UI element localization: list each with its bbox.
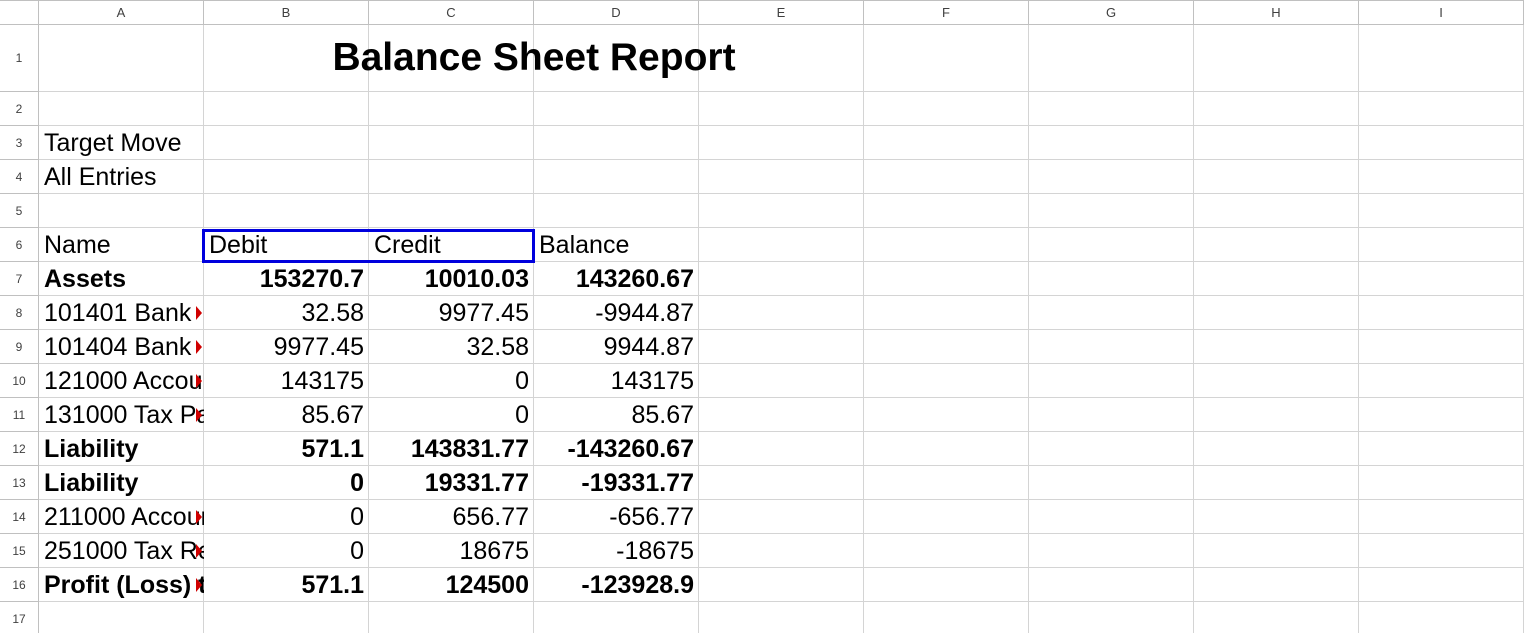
row-header-3[interactable]: 3 — [0, 126, 39, 160]
gridline-horizontal — [39, 125, 1524, 126]
spreadsheet-grid[interactable]: ABCDEFGHI 1 2 3 4 5 6 7 8 9 10 11 12 13 14 15 16 17 Bala… — [0, 0, 1524, 633]
table-cell-credit[interactable]: 124500 — [369, 568, 534, 602]
row-header-5[interactable]: 5 — [0, 194, 39, 228]
table-cell-name[interactable]: 121000 Account Receivable — [39, 364, 204, 398]
row-header-4[interactable]: 4 — [0, 160, 39, 194]
header-credit-cell[interactable]: Credit — [369, 228, 534, 262]
text-overflow-arrow-icon — [196, 340, 202, 354]
table-cell-debit[interactable]: 143175 — [204, 364, 369, 398]
table-cell-name[interactable]: 101401 Bank — [39, 296, 204, 330]
column-header-a[interactable]: A — [39, 0, 204, 25]
column-header-g[interactable]: G — [1029, 0, 1194, 25]
table-cell-balance[interactable]: 9944.87 — [534, 330, 699, 364]
table-cell-credit[interactable]: 143831.77 — [369, 432, 534, 466]
table-cell-credit[interactable]: 10010.03 — [369, 262, 534, 296]
row-header-7[interactable]: 7 — [0, 262, 39, 296]
table-cell-name[interactable]: 131000 Tax Paid — [39, 398, 204, 432]
column-header-i[interactable]: I — [1359, 0, 1524, 25]
row-header-1[interactable]: 1 — [0, 25, 39, 92]
table-cell-credit[interactable]: 656.77 — [369, 500, 534, 534]
row-header-15[interactable]: 15 — [0, 534, 39, 568]
table-cell-debit[interactable]: 571.1 — [204, 568, 369, 602]
table-cell-balance[interactable]: 143260.67 — [534, 262, 699, 296]
table-cell-credit[interactable]: 19331.77 — [369, 466, 534, 500]
table-cell-debit[interactable]: 0 — [204, 500, 369, 534]
gridline-horizontal — [39, 159, 1524, 160]
row-header-14[interactable]: 14 — [0, 500, 39, 534]
header-balance-cell[interactable]: Balance — [534, 228, 699, 262]
table-cell-balance[interactable]: -19331.77 — [534, 466, 699, 500]
row-header-6[interactable]: 6 — [0, 228, 39, 262]
select-all-corner[interactable] — [0, 0, 39, 25]
table-cell-debit[interactable]: 0 — [204, 466, 369, 500]
text-overflow-arrow-icon — [196, 408, 202, 422]
table-cell-name[interactable]: 211000 Account Payable — [39, 500, 204, 534]
text-overflow-arrow-icon — [196, 306, 202, 320]
table-cell-debit[interactable]: 9977.45 — [204, 330, 369, 364]
table-cell-credit[interactable]: 0 — [369, 364, 534, 398]
table-cell-name[interactable]: Assets — [39, 262, 204, 296]
row-header-11[interactable]: 11 — [0, 398, 39, 432]
column-header-c[interactable]: C — [369, 0, 534, 25]
target-move-value-cell[interactable]: All Entries — [39, 160, 204, 194]
table-cell-name[interactable]: 251000 Tax Received — [39, 534, 204, 568]
table-cell-balance[interactable]: -18675 — [534, 534, 699, 568]
column-header-e[interactable]: E — [699, 0, 864, 25]
table-cell-balance[interactable]: -143260.67 — [534, 432, 699, 466]
table-cell-debit[interactable]: 153270.7 — [204, 262, 369, 296]
header-debit-cell[interactable]: Debit — [204, 228, 369, 262]
text-overflow-arrow-icon — [196, 578, 202, 592]
column-header-f[interactable]: F — [864, 0, 1029, 25]
table-cell-debit[interactable]: 32.58 — [204, 296, 369, 330]
table-cell-debit[interactable]: 85.67 — [204, 398, 369, 432]
table-cell-credit[interactable]: 9977.45 — [369, 296, 534, 330]
column-header-h[interactable]: H — [1194, 0, 1359, 25]
table-cell-balance[interactable]: 85.67 — [534, 398, 699, 432]
row-header-10[interactable]: 10 — [0, 364, 39, 398]
table-cell-name[interactable]: Liability — [39, 466, 204, 500]
table-cell-name[interactable]: Profit (Loss) to report — [39, 568, 204, 602]
gridline-horizontal — [39, 193, 1524, 194]
text-overflow-arrow-icon — [196, 510, 202, 524]
table-cell-name[interactable]: 101404 Bank — [39, 330, 204, 364]
row-header-2[interactable]: 2 — [0, 92, 39, 126]
text-overflow-arrow-icon — [196, 544, 202, 558]
table-cell-debit[interactable]: 0 — [204, 534, 369, 568]
header-name-cell[interactable]: Name — [39, 228, 204, 262]
row-header-16[interactable]: 16 — [0, 568, 39, 602]
row-header-17[interactable]: 17 — [0, 602, 39, 633]
table-cell-balance[interactable]: 143175 — [534, 364, 699, 398]
table-cell-balance[interactable]: -9944.87 — [534, 296, 699, 330]
text-overflow-arrow-icon — [196, 374, 202, 388]
target-move-label-cell[interactable]: Target Move — [39, 126, 204, 160]
row-header-12[interactable]: 12 — [0, 432, 39, 466]
table-cell-credit[interactable]: 32.58 — [369, 330, 534, 364]
row-header-13[interactable]: 13 — [0, 466, 39, 500]
table-cell-balance[interactable]: -656.77 — [534, 500, 699, 534]
column-header-d[interactable]: D — [534, 0, 699, 25]
table-cell-balance[interactable]: -123928.9 — [534, 568, 699, 602]
table-cell-name[interactable]: Liability — [39, 432, 204, 466]
table-cell-debit[interactable]: 571.1 — [204, 432, 369, 466]
table-cell-credit[interactable]: 18675 — [369, 534, 534, 568]
column-header-b[interactable]: B — [204, 0, 369, 25]
row-header-8[interactable]: 8 — [0, 296, 39, 330]
report-title-cell[interactable]: Balance Sheet Report — [39, 25, 1029, 92]
row-header-9[interactable]: 9 — [0, 330, 39, 364]
table-cell-credit[interactable]: 0 — [369, 398, 534, 432]
